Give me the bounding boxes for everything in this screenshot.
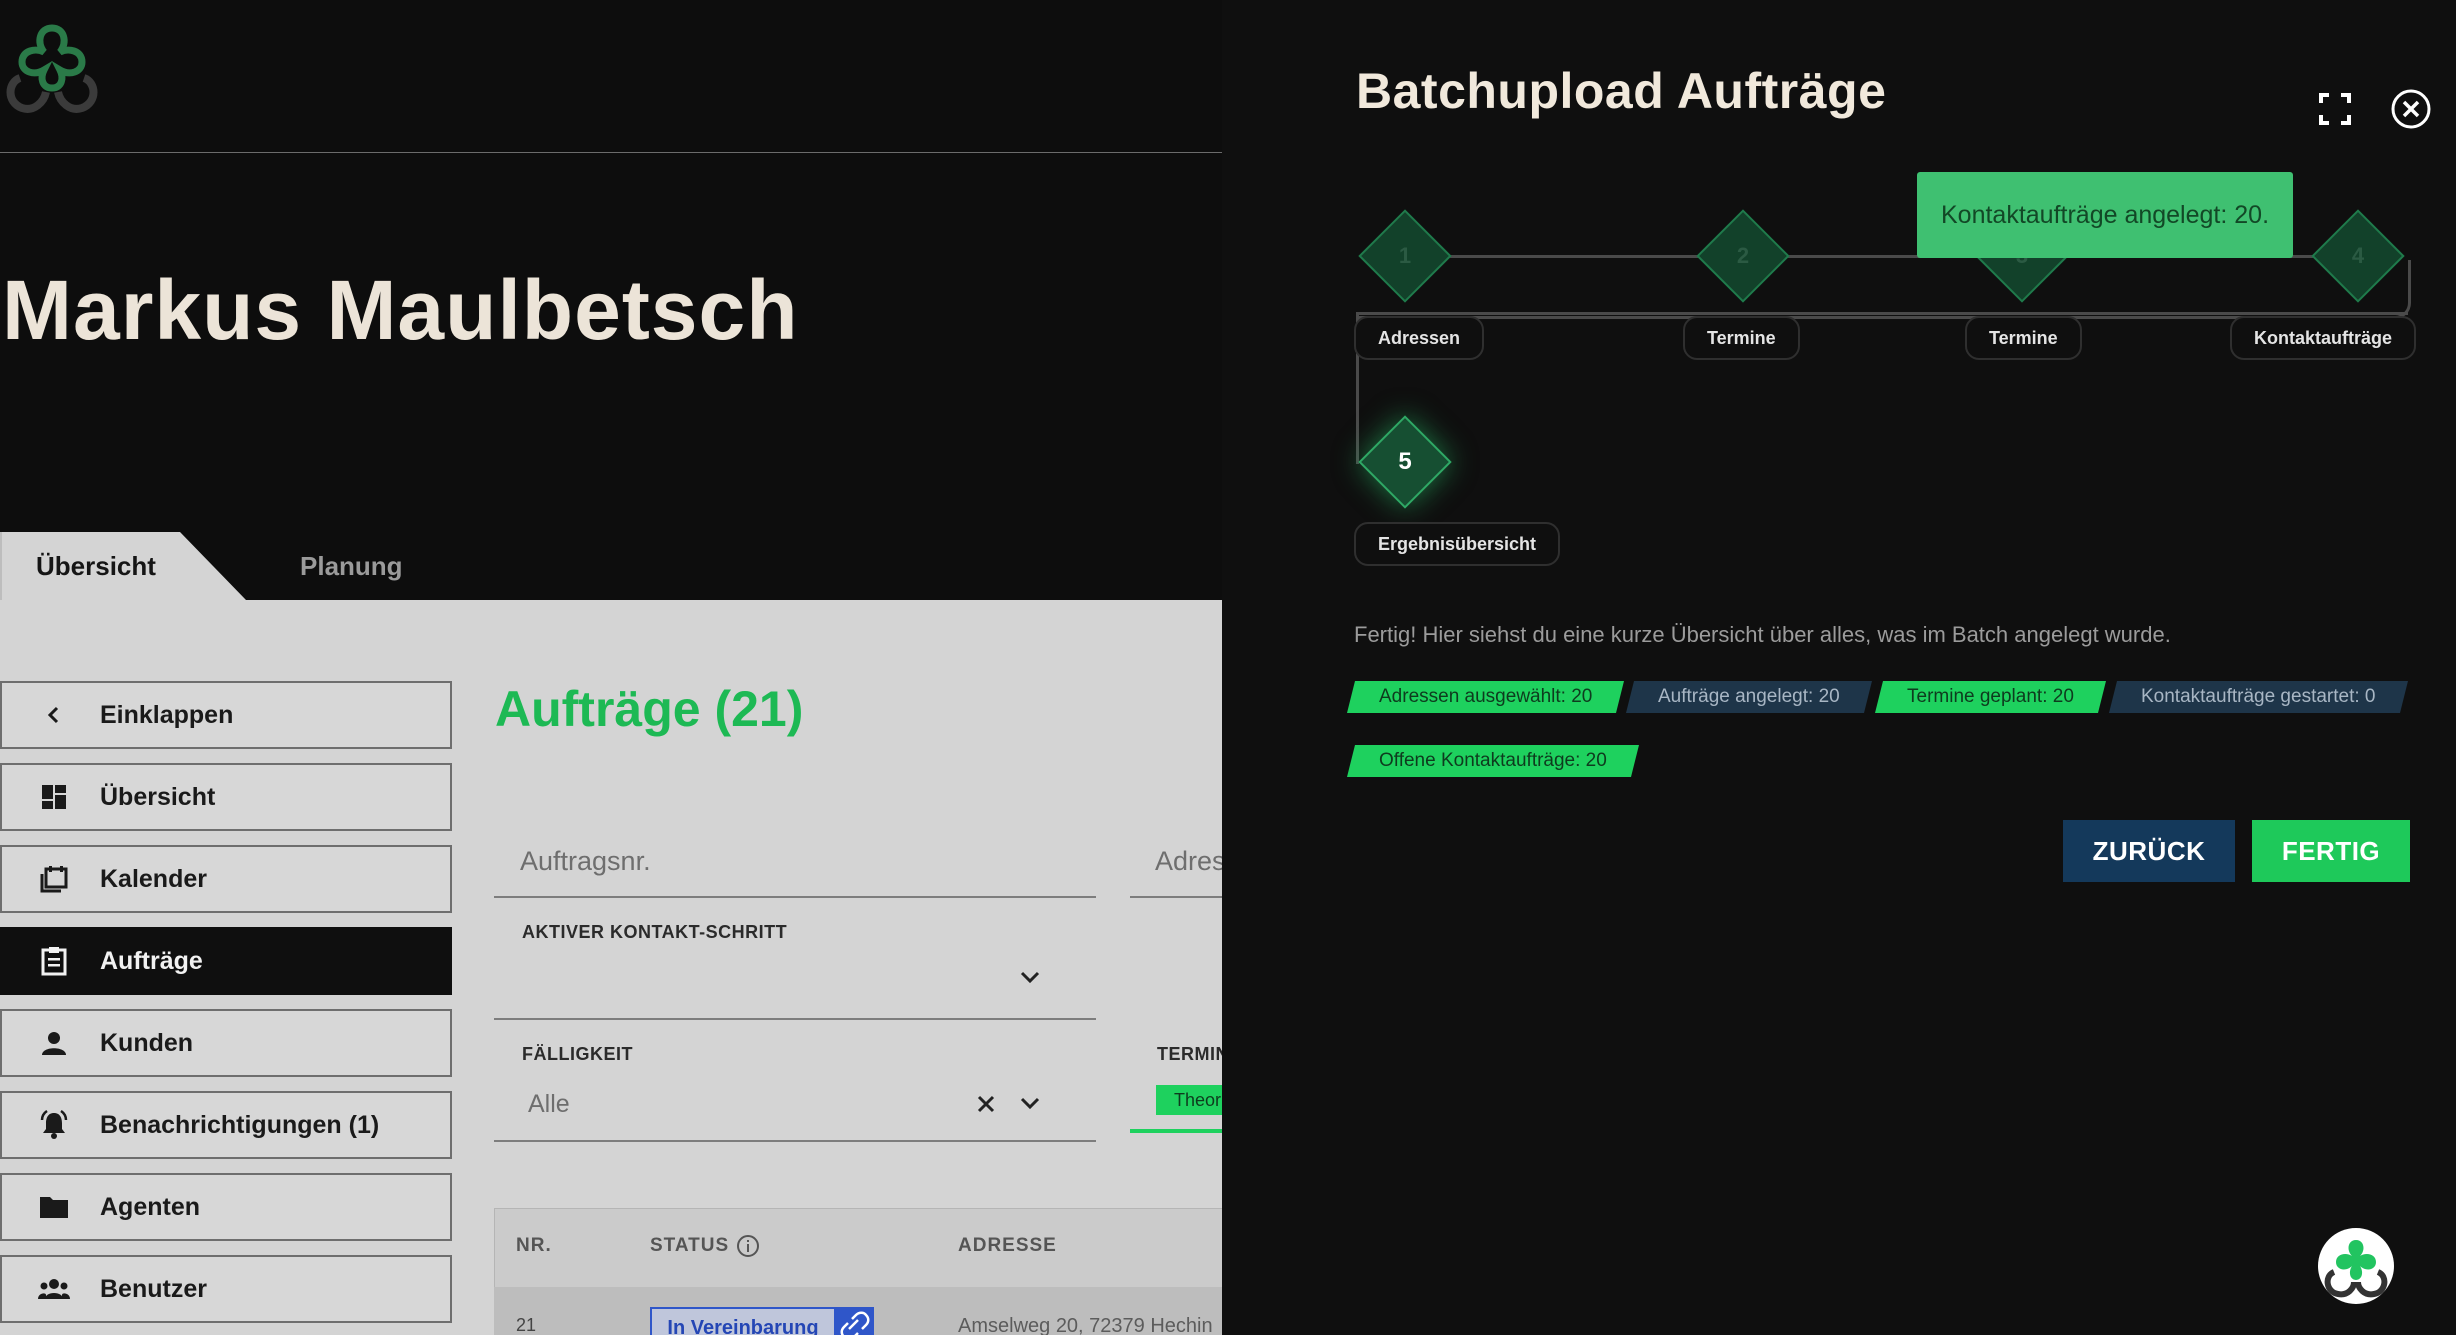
badge-kontaktauftraege: Kontaktaufträge gestartet: 0 — [2109, 681, 2408, 713]
badge-offene-kontaktauftraege: Offene Kontaktaufträge: 20 — [1347, 745, 1639, 777]
app-background: Markus Maulbetsch Übersicht Planung Eink… — [0, 0, 1222, 1335]
kontakt-schritt-label: AKTIVER KONTAKT-SCHRITT — [522, 922, 788, 942]
sidebar-item-agenten[interactable]: Agenten — [0, 1173, 452, 1241]
header-divider — [0, 152, 1222, 153]
sidebar-item-benachrichtigungen[interactable]: Benachrichtigungen (1) — [0, 1091, 452, 1159]
termin-label: TERMIN — [1157, 1044, 1222, 1064]
order-number-input[interactable]: Auftragsnr. — [520, 846, 651, 877]
chevron-down-icon[interactable] — [1018, 970, 1042, 986]
link-icon[interactable] — [836, 1307, 874, 1335]
step-4-number: 4 — [2351, 243, 2365, 268]
badge-adressen: Adressen ausgewählt: 20 — [1347, 681, 1625, 713]
table-row[interactable]: 21 In Vereinbarung Amselweg 20, 72379 He… — [494, 1287, 1222, 1335]
done-button[interactable]: FERTIG — [2252, 820, 2410, 882]
row-adresse: Amselweg 20, 72379 Hechin — [958, 1315, 1213, 1335]
back-button[interactable]: ZURÜCK — [2063, 820, 2235, 882]
address-underline — [1130, 896, 1222, 898]
tab-uebersicht[interactable]: Übersicht — [0, 532, 246, 600]
tab-planung[interactable]: Planung — [300, 532, 403, 600]
customer-name: Markus Maulbetsch — [2, 263, 799, 357]
sidebar-item-label: Agenten — [100, 1192, 200, 1221]
bell-icon — [36, 1107, 72, 1143]
dialog-title: Batchupload Aufträge — [1356, 63, 1887, 119]
termin-underline — [1130, 1129, 1222, 1133]
sidebar-item-uebersicht[interactable]: Übersicht — [0, 763, 452, 831]
sidebar-item-label: Benutzer — [100, 1274, 207, 1303]
sidebar-item-kalender[interactable]: Kalender — [0, 845, 452, 913]
person-icon — [36, 1025, 72, 1061]
logo-icon — [6, 24, 98, 113]
address-input[interactable]: Adres — [1155, 846, 1222, 877]
fullscreen-icon[interactable] — [2318, 92, 2352, 126]
sidebar-item-label: Kunden — [100, 1028, 194, 1057]
step-2-label[interactable]: Termine — [1683, 316, 1800, 360]
calendar-icon — [36, 861, 72, 897]
sidebar-item-label: Aufträge — [100, 946, 203, 975]
toast-notification: Kontaktaufträge angelegt: 20. — [1917, 172, 2293, 258]
termin-chip[interactable]: Theor — [1156, 1085, 1222, 1115]
column-header-status[interactable]: STATUS — [650, 1235, 729, 1257]
row-nr: 21 — [516, 1315, 537, 1335]
step-1-label[interactable]: Adressen — [1354, 316, 1485, 360]
order-number-underline — [494, 896, 1096, 898]
step-3-label[interactable]: Termine — [1965, 316, 2082, 360]
faelligkeit-select[interactable]: Alle — [528, 1090, 570, 1119]
sidebar-item-einklappen[interactable]: Einklappen — [0, 681, 452, 749]
page-title: Aufträge (21) — [495, 681, 804, 737]
stepper-connector — [1356, 260, 2411, 319]
group-icon — [36, 1271, 72, 1307]
step-5-label[interactable]: Ergebnisübersicht — [1354, 522, 1561, 566]
status-badge: In Vereinbarung — [650, 1307, 836, 1335]
step-4-label[interactable]: Kontaktaufträge — [2230, 316, 2417, 360]
clear-icon[interactable] — [976, 1094, 996, 1114]
chevron-left-icon — [36, 697, 72, 733]
stepper-connector — [1356, 312, 2408, 315]
summary-text: Fertig! Hier siehst du eine kurze Übersi… — [1354, 622, 2171, 647]
column-header-adresse[interactable]: ADRESSE — [958, 1235, 1057, 1257]
sidebar-item-label: Kalender — [100, 864, 207, 893]
sidebar-item-label: Einklappen — [100, 700, 234, 729]
sidebar-item-benutzer[interactable]: Benutzer — [0, 1255, 452, 1323]
clipboard-icon — [36, 943, 72, 979]
step-1-number: 1 — [1398, 243, 1412, 268]
step-5-number: 5 — [1398, 448, 1412, 475]
faelligkeit-label: FÄLLIGKEIT — [522, 1044, 633, 1064]
sidebar-item-kunden[interactable]: Kunden — [0, 1009, 452, 1077]
chevron-down-icon[interactable] — [1018, 1096, 1042, 1112]
dashboard-icon — [36, 779, 72, 815]
close-icon[interactable] — [2390, 88, 2432, 130]
step-2-number: 2 — [1736, 243, 1750, 268]
info-icon[interactable] — [736, 1234, 760, 1258]
chat-widget-icon[interactable] — [2318, 1228, 2394, 1304]
kontakt-schritt-select[interactable] — [494, 1018, 1096, 1020]
badge-auftraege: Aufträge angelegt: 20 — [1626, 681, 1872, 713]
badge-termine: Termine geplant: 20 — [1875, 681, 2106, 713]
sidebar-item-auftraege[interactable]: Aufträge — [0, 927, 452, 995]
sidebar-item-label: Übersicht — [100, 782, 216, 811]
folder-icon — [36, 1189, 72, 1225]
faelligkeit-underline — [494, 1140, 1096, 1142]
sidebar-item-label: Benachrichtigungen (1) — [100, 1110, 380, 1139]
column-header-nr[interactable]: NR. — [516, 1235, 552, 1257]
